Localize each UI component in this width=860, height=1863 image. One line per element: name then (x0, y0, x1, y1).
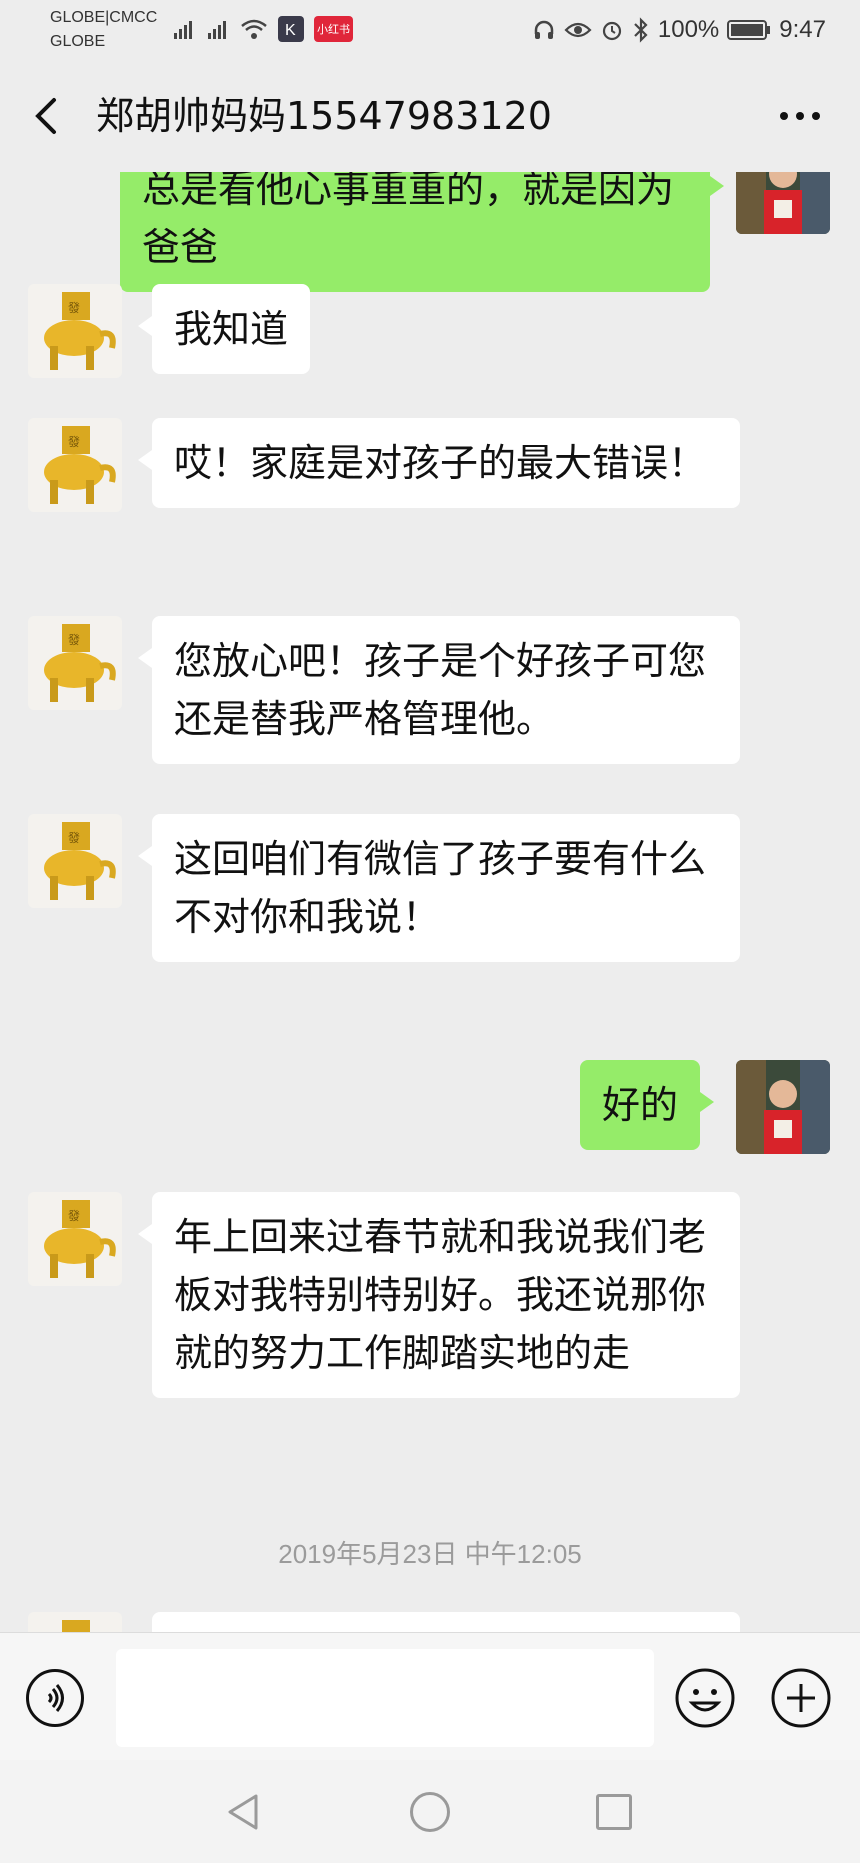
voice-icon[interactable] (26, 1669, 84, 1727)
contact-avatar[interactable]: 發 (28, 418, 122, 512)
chat-header: 郑胡帅妈妈15547983120 (0, 60, 860, 172)
headphone-icon (534, 20, 554, 39)
contact-avatar[interactable]: 發 (28, 1192, 122, 1286)
system-nav-bar (0, 1760, 860, 1863)
clock: 9:47 (779, 16, 826, 43)
contact-avatar[interactable] (28, 1612, 122, 1632)
message-bubble-outgoing[interactable]: 总是看他心事重重的，就是因为爸爸 (120, 172, 724, 292)
more-icon[interactable] (780, 104, 830, 128)
message-bubble-incoming[interactable]: 年上回来过春节就和我说我们老板对我特别特别好。我还说那你就的努力工作脚踏实地的走 (138, 1192, 740, 1398)
message-input[interactable] (116, 1649, 654, 1747)
message-bubble-incoming[interactable]: 哎！家庭是对孩子的最大错误！ (138, 418, 740, 508)
k-app-icon: K (278, 16, 304, 42)
contact-avatar[interactable]: 發 (28, 814, 122, 908)
bluetooth-icon (634, 17, 648, 43)
svg-text:發: 發 (68, 300, 80, 315)
message-list[interactable]: 总是看他心事重重的，就是因为爸爸 發 我知道 發 哎！家庭是对孩子的最大错误！ … (0, 172, 860, 1632)
nav-home-icon[interactable] (410, 1792, 450, 1832)
battery-icon (727, 20, 771, 40)
message-bubble-incoming-partial[interactable] (152, 1612, 740, 1632)
svg-text:發: 發 (68, 1208, 80, 1223)
nav-recent-icon[interactable] (596, 1794, 632, 1830)
nav-back-icon[interactable] (224, 1792, 264, 1832)
status-bar: GLOBE|CMCC GLOBE K 小红书 100% 9:47 (0, 0, 860, 60)
message-bubble-incoming[interactable]: 这回咱们有微信了孩子要有什么不对你和我说！ (138, 814, 740, 962)
alarm-icon (602, 21, 621, 41)
emoji-icon[interactable] (674, 1667, 736, 1729)
carrier-label: GLOBE|CMCC GLOBE (50, 6, 157, 54)
status-icons-left: K 小红书 (172, 12, 353, 46)
status-icons-right: 100% 9:47 (532, 10, 826, 50)
carrier-line-2: GLOBE (50, 33, 106, 50)
battery-percent: 100% (657, 16, 720, 43)
plus-icon[interactable] (770, 1667, 832, 1729)
input-bar (0, 1632, 860, 1761)
signal-icon (174, 21, 192, 39)
message-bubble-outgoing[interactable]: 好的 (580, 1060, 715, 1150)
my-avatar[interactable] (736, 1060, 830, 1154)
message-bubble-incoming[interactable]: 您放心吧！孩子是个好孩子可您还是替我严格管理他。 (138, 616, 740, 764)
svg-text:發: 發 (68, 830, 80, 845)
signal-icon-2 (208, 21, 226, 39)
my-avatar[interactable] (736, 172, 830, 234)
back-arrow-icon[interactable] (28, 94, 68, 138)
eye-icon (564, 22, 592, 38)
svg-text:發: 發 (68, 434, 80, 449)
contact-avatar[interactable]: 發 (28, 616, 122, 710)
svg-text:K: K (285, 22, 296, 39)
wifi-icon (241, 19, 267, 39)
svg-text:發: 發 (68, 632, 80, 647)
carrier-line-1: GLOBE|CMCC (50, 9, 158, 26)
xiaohongshu-badge: 小红书 (314, 16, 353, 42)
message-bubble-incoming[interactable]: 我知道 (137, 284, 311, 374)
chat-title: 郑胡帅妈妈15547983120 (96, 94, 552, 138)
message-timestamp: 2019年5月23日 中午12:05 (278, 1539, 582, 1569)
contact-avatar[interactable]: 發 (28, 284, 122, 378)
